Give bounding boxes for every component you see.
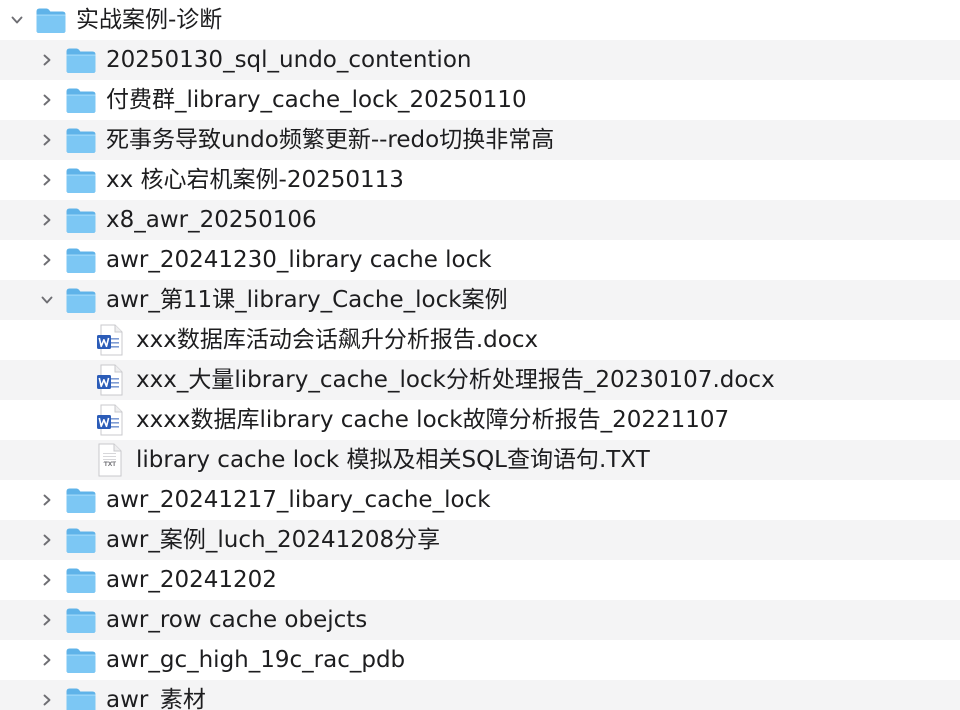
chevron-right-icon[interactable]: [39, 520, 55, 560]
folder-name: awr_gc_high_19c_rac_pdb: [106, 647, 406, 673]
folder-icon: [65, 240, 97, 280]
chevron-down-icon[interactable]: [9, 0, 25, 40]
folder-icon: [65, 560, 97, 600]
chevron-right-icon[interactable]: [39, 640, 55, 680]
folder-name: 死事务导致undo频繁更新--redo切换非常高: [106, 127, 555, 153]
folder-icon: [65, 200, 97, 240]
folder-name: awr_素材: [106, 687, 206, 710]
file-row[interactable]: TXT library cache lock 模拟及相关SQL查询语句.TXT: [0, 440, 960, 480]
folder-row[interactable]: awr_gc_high_19c_rac_pdb: [0, 640, 960, 680]
file-row[interactable]: xxxx数据库library cache lock故障分析报告_20221107: [0, 400, 960, 440]
folder-row[interactable]: awr_案例_luch_20241208分享: [0, 520, 960, 560]
folder-name: awr_20241230_library cache lock: [106, 247, 492, 273]
folder-icon: [65, 160, 97, 200]
txt-icon-label: TXT: [103, 461, 117, 468]
folder-row[interactable]: awr_第11课_library_Cache_lock案例: [0, 280, 960, 320]
word-doc-icon: [96, 320, 124, 360]
folder-row[interactable]: awr_20241230_library cache lock: [0, 240, 960, 280]
chevron-right-icon[interactable]: [39, 160, 55, 200]
folder-row[interactable]: 实战案例-诊断: [0, 0, 960, 40]
folder-row[interactable]: 死事务导致undo频繁更新--redo切换非常高: [0, 120, 960, 160]
folder-row[interactable]: awr_20241217_libary_cache_lock: [0, 480, 960, 520]
file-name: xxxx数据库library cache lock故障分析报告_20221107: [136, 407, 730, 433]
chevron-right-icon[interactable]: [39, 120, 55, 160]
file-row[interactable]: xxx_大量library_cache_lock分析处理报告_20230107.…: [0, 360, 960, 400]
word-doc-icon: [96, 360, 124, 400]
folder-row[interactable]: awr_row cache obejcts: [0, 600, 960, 640]
folder-name: awr_案例_luch_20241208分享: [106, 527, 441, 553]
file-name: library cache lock 模拟及相关SQL查询语句.TXT: [136, 447, 650, 473]
folder-icon: [65, 680, 97, 710]
folder-row[interactable]: awr_素材: [0, 680, 960, 710]
folder-name: xx 核心宕机案例-20250113: [106, 167, 404, 193]
folder-row[interactable]: 20250130_sql_undo_contention: [0, 40, 960, 80]
word-doc-icon: [96, 400, 124, 440]
file-name: xxx_大量library_cache_lock分析处理报告_20230107.…: [136, 367, 775, 393]
chevron-down-icon[interactable]: [39, 280, 55, 320]
chevron-right-icon[interactable]: [39, 200, 55, 240]
chevron-right-icon[interactable]: [39, 560, 55, 600]
chevron-right-icon[interactable]: [39, 680, 55, 710]
file-row[interactable]: xxx数据库活动会话飙升分析报告.docx: [0, 320, 960, 360]
folder-icon: [65, 520, 97, 560]
chevron-right-icon[interactable]: [39, 600, 55, 640]
folder-row[interactable]: xx 核心宕机案例-20250113: [0, 160, 960, 200]
folder-row[interactable]: x8_awr_20250106: [0, 200, 960, 240]
folder-row[interactable]: 付费群_library_cache_lock_20250110: [0, 80, 960, 120]
folder-name: awr_20241202: [106, 567, 277, 593]
folder-icon: [35, 0, 67, 40]
folder-row[interactable]: awr_20241202: [0, 560, 960, 600]
folder-name: awr_row cache obejcts: [106, 607, 368, 633]
folder-icon: [65, 280, 97, 320]
folder-icon: [65, 480, 97, 520]
folder-name: awr_第11课_library_Cache_lock案例: [106, 287, 508, 313]
folder-name: 20250130_sql_undo_contention: [106, 47, 472, 73]
folder-icon: [65, 120, 97, 160]
folder-name: 实战案例-诊断: [76, 7, 223, 33]
txt-file-icon: TXT: [96, 440, 124, 480]
folder-icon: [65, 600, 97, 640]
chevron-right-icon[interactable]: [39, 40, 55, 80]
folder-name: 付费群_library_cache_lock_20250110: [106, 87, 527, 113]
chevron-right-icon[interactable]: [39, 240, 55, 280]
folder-name: x8_awr_20250106: [106, 207, 317, 233]
folder-icon: [65, 640, 97, 680]
chevron-right-icon[interactable]: [39, 80, 55, 120]
folder-icon: [65, 40, 97, 80]
file-name: xxx数据库活动会话飙升分析报告.docx: [136, 327, 539, 353]
folder-icon: [65, 80, 97, 120]
folder-name: awr_20241217_libary_cache_lock: [106, 487, 491, 513]
chevron-right-icon[interactable]: [39, 480, 55, 520]
